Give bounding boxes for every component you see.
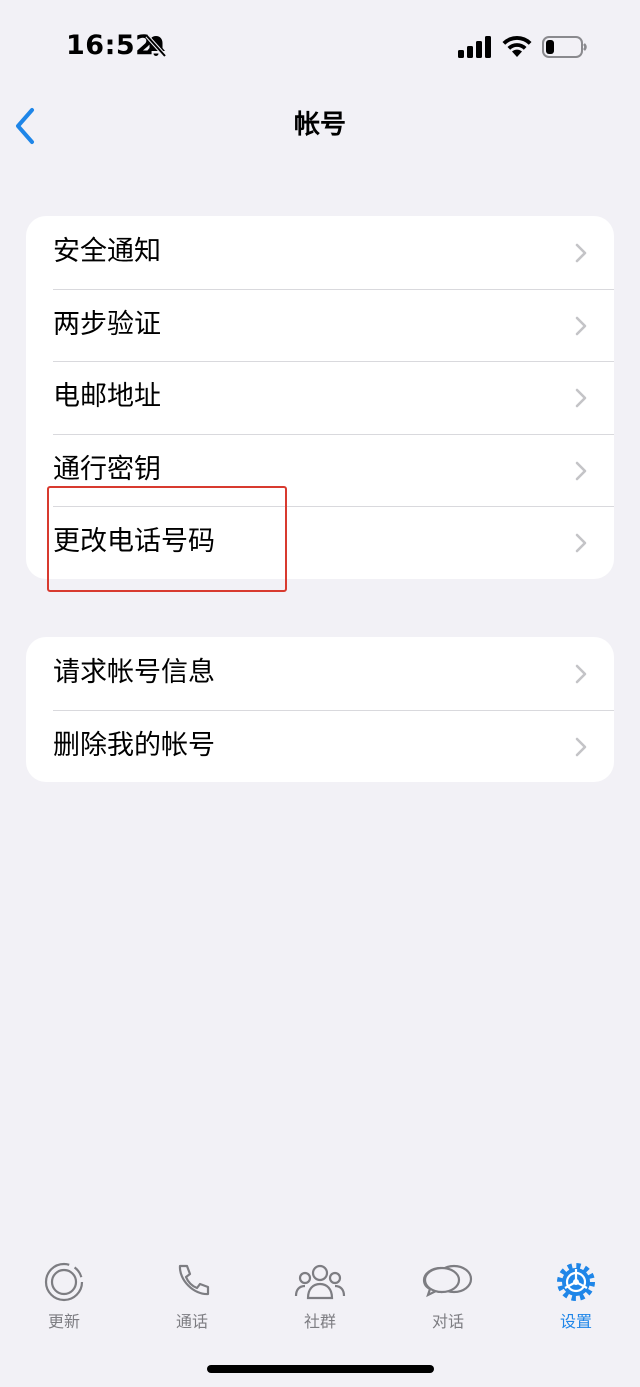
chevron-right-icon [575, 243, 587, 263]
tab-label: 社群 [303, 1312, 336, 1331]
chevron-right-icon [575, 737, 587, 756]
row-label: 请求帐号信息 [53, 657, 215, 688]
bell-slash-icon [145, 34, 167, 58]
tab-chats[interactable]: 对话 [384, 1250, 512, 1340]
chevron-right-icon [575, 534, 587, 553]
row-label: 电邮地址 [53, 381, 161, 413]
row-label: 删除我的帐号 [53, 729, 215, 761]
tab-bar: 更新 通话 社群 对话 设置 [0, 1250, 640, 1350]
tab-communities[interactable]: 社群 [256, 1250, 384, 1340]
row-label: 两步验证 [53, 308, 161, 340]
tab-label: 更新 [47, 1312, 80, 1331]
chevron-right-icon [575, 664, 587, 684]
tab-settings[interactable]: 设置 [512, 1250, 640, 1340]
account-data-group: 请求帐号信息 删除我的帐号 [26, 637, 614, 783]
highlight-annotation-box [47, 486, 287, 592]
settings-icon [557, 1263, 595, 1301]
cellular-signal-icon [458, 36, 491, 58]
home-indicator [207, 1365, 434, 1373]
status-time: 16:52 [66, 30, 155, 61]
phone-icon [178, 1264, 210, 1296]
tab-label: 对话 [431, 1312, 464, 1331]
chats-icon [422, 1264, 473, 1298]
navigation-bar: 帐号 [0, 96, 640, 156]
wifi-icon [502, 35, 532, 57]
row-label: 安全通知 [53, 236, 161, 267]
chevron-right-icon [575, 461, 587, 481]
tab-label: 设置 [559, 1312, 592, 1331]
request-account-info-row[interactable]: 请求帐号信息 [26, 637, 614, 710]
tab-calls[interactable]: 通话 [128, 1250, 256, 1340]
email-address-row[interactable]: 电邮地址 [26, 361, 614, 434]
tab-updates[interactable]: 更新 [0, 1250, 128, 1340]
two-step-verification-row[interactable]: 两步验证 [26, 288, 614, 362]
status-bar: 16:52 [0, 0, 640, 96]
tab-label: 通话 [175, 1312, 208, 1331]
battery-icon [542, 36, 587, 58]
chevron-right-icon [575, 388, 587, 408]
page-title: 帐号 [293, 110, 346, 140]
delete-account-row[interactable]: 删除我的帐号 [26, 709, 614, 783]
communities-icon [294, 1264, 346, 1300]
security-notifications-row[interactable]: 安全通知 [26, 216, 614, 289]
updates-icon [44, 1262, 84, 1302]
chevron-right-icon [575, 316, 587, 335]
